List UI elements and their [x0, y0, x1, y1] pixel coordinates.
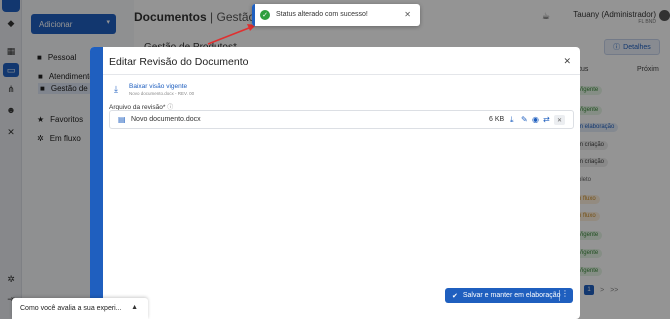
chevron-up-icon[interactable]: ▲: [131, 304, 138, 311]
download-subtitle: Novo documento.docx - REV. 00: [129, 91, 195, 96]
download-current-link[interactable]: Baixar visão vigente: [129, 83, 187, 90]
button-divider: [559, 290, 560, 301]
download-icon[interactable]: ⤓: [510, 115, 514, 125]
file-name: Novo documento.docx: [131, 116, 201, 123]
edit-file-icon[interactable]: ✎: [521, 115, 528, 125]
document-icon: ▤: [118, 115, 126, 124]
success-toast: ✓ Status alterado com sucesso! ✕: [252, 4, 420, 26]
file-size: 6 KB: [489, 116, 505, 123]
more-options-icon[interactable]: ⋮: [561, 289, 569, 298]
check-circle-icon: ✓: [260, 10, 270, 20]
feedback-text: Como você avalia a sua experi...: [20, 305, 122, 312]
edit-revision-modal: Editar Revisão do Documento ✕ ⤓ Baixar v…: [90, 47, 580, 319]
save-button-label: Salvar e manter em elaboração: [462, 292, 561, 299]
feedback-widget[interactable]: Como você avalia a sua experi... ▲: [12, 298, 148, 319]
replace-icon[interactable]: ⇄: [543, 115, 550, 125]
close-icon[interactable]: ✕: [404, 10, 411, 19]
save-keep-elaboration-button[interactable]: ✔ Salvar e manter em elaboração ⋮: [445, 288, 573, 303]
modal-title: Editar Revisão do Documento: [109, 56, 249, 68]
download-icon[interactable]: ⤓: [114, 84, 118, 95]
close-icon[interactable]: ✕: [563, 56, 571, 67]
modal-accent-bar: [90, 47, 103, 319]
remove-file-icon[interactable]: ✕: [554, 115, 565, 125]
eye-icon[interactable]: ◉: [532, 115, 539, 125]
save-icon: ✔: [452, 292, 458, 300]
divider: [103, 74, 580, 75]
toast-message: Status alterado com sucesso!: [276, 11, 368, 18]
toast-accent: [252, 4, 255, 26]
file-upload-field[interactable]: ▤ Novo documento.docx 6 KB ⤓ ✎ ◉ ⇄ ✕: [109, 110, 574, 129]
